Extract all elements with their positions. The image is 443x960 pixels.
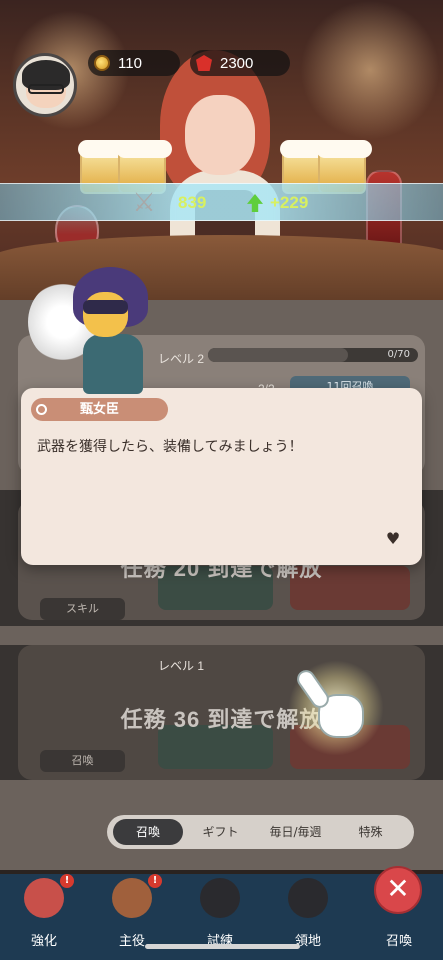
power-bar: ⚔ 839 +229 bbox=[0, 183, 443, 221]
home-indicator bbox=[145, 944, 300, 949]
summon-category-tabs: 召喚 ギフト 毎日/毎週 特殊 bbox=[107, 815, 414, 849]
coin-amount: 110 bbox=[118, 54, 142, 72]
tab-special[interactable]: 特殊 bbox=[333, 819, 408, 845]
speaker-nametag: 甄女臣 bbox=[31, 398, 168, 421]
level-progress-bar: 0/70 bbox=[208, 348, 418, 362]
close-icon[interactable]: ✕ bbox=[374, 866, 422, 914]
card-level: レベル 2 bbox=[158, 352, 205, 366]
crossed-swords-icon: ⚔ bbox=[132, 188, 156, 218]
tab-daily-weekly[interactable]: 毎日/毎週 bbox=[258, 819, 333, 845]
card-level-2: レベル 1 bbox=[158, 659, 205, 673]
gem-counter[interactable]: 2300 bbox=[190, 50, 290, 76]
skill-chip: スキル bbox=[40, 598, 125, 620]
tab-summon[interactable]: 召喚 bbox=[113, 819, 183, 845]
player-avatar[interactable] bbox=[13, 53, 77, 117]
gem-amount: 2300 bbox=[220, 54, 254, 72]
speaker-name: 甄女臣 bbox=[79, 402, 119, 417]
coin-counter[interactable]: 110 bbox=[88, 50, 180, 76]
coin-icon bbox=[94, 55, 110, 71]
nav-enhance[interactable]: ! 強化 bbox=[0, 874, 88, 960]
hero-scene bbox=[0, 0, 443, 300]
gem-icon bbox=[196, 55, 212, 71]
dialog-message: 武器を獲得したら、装備してみましょう！ bbox=[37, 439, 303, 455]
nametag-dot-icon bbox=[36, 404, 47, 415]
power-value: 839 bbox=[178, 193, 207, 212]
locked-trial-icon bbox=[200, 878, 240, 918]
nav-label: 召喚 bbox=[385, 934, 412, 949]
tab-gift[interactable]: ギフト bbox=[183, 819, 258, 845]
hero-face-icon bbox=[112, 878, 152, 918]
alert-badge: ! bbox=[60, 874, 74, 888]
nav-label: 強化 bbox=[30, 934, 57, 949]
continue-arrow-icon[interactable]: ♥ bbox=[384, 530, 402, 548]
muscle-arm-icon bbox=[24, 878, 64, 918]
pet-chip: 召喚 bbox=[40, 750, 125, 772]
alert-badge: ! bbox=[148, 874, 162, 888]
locked-territory-icon bbox=[288, 878, 328, 918]
power-gain: +229 bbox=[270, 193, 309, 212]
speaker-portrait bbox=[28, 262, 158, 397]
pointer-hand-icon bbox=[288, 660, 384, 756]
level-progress-text: 0/70 bbox=[387, 349, 410, 360]
arrow-up-icon bbox=[247, 194, 263, 212]
